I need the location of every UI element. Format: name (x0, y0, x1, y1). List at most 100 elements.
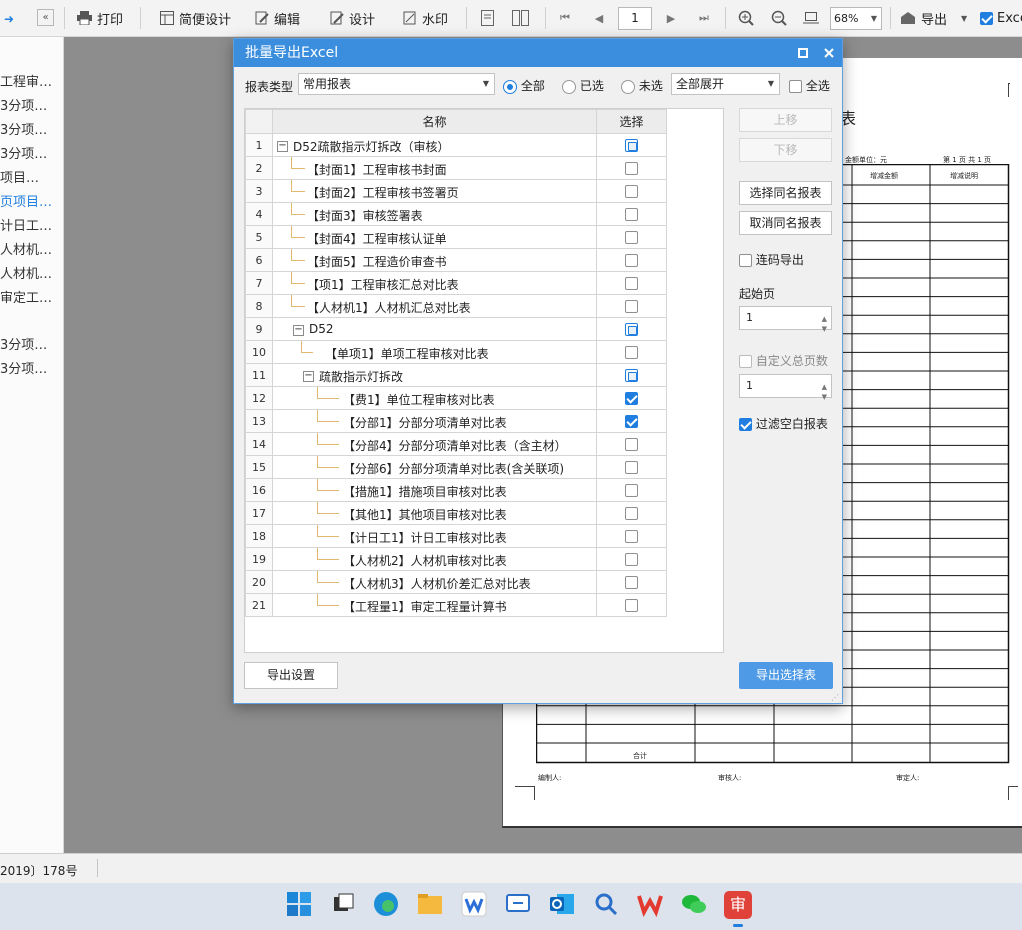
edit-button[interactable]: 编辑 (255, 7, 300, 29)
custom-total-check-icon[interactable] (739, 355, 752, 368)
last-page-icon[interactable]: ⏭ (695, 9, 713, 27)
double-page-icon[interactable] (511, 9, 529, 27)
table-row[interactable]: 11− 疏散指示灯拆改 (245, 363, 667, 387)
report-name-cell[interactable]: 【封面2】工程审核书签署页 (272, 179, 597, 203)
radio-selected-icon[interactable] (562, 79, 576, 94)
fit-width-icon[interactable] (802, 9, 820, 27)
table-row[interactable]: 9− D52 (245, 317, 667, 341)
table-row[interactable]: 13 【分部1】分部分项清单对比表 (245, 409, 667, 433)
report-name-cell[interactable]: 【人材机3】人材机价差汇总对比表 (272, 570, 597, 594)
print-button[interactable]: 打印 (77, 7, 123, 29)
table-row[interactable]: 21 【工程量1】审定工程量计算书 (245, 593, 667, 617)
report-name-cell[interactable]: 【封面5】工程造价审查书 (272, 248, 597, 272)
excel-check-icon[interactable] (980, 11, 993, 25)
zoom-select[interactable]: 68% ▼ (830, 7, 882, 30)
file-explorer-icon[interactable] (417, 891, 445, 919)
table-row[interactable]: 18 【计日工1】计日工审核对比表 (245, 524, 667, 548)
table-row[interactable]: 3 【封面2】工程审核书签署页 (245, 179, 667, 203)
select-cell[interactable] (596, 501, 667, 525)
continuous-export-check-icon[interactable] (739, 254, 752, 267)
row-checkbox[interactable] (625, 254, 638, 267)
report-name-cell[interactable]: 【人材机2】人材机审核对比表 (272, 547, 597, 571)
radio-all[interactable]: 全部 (503, 77, 545, 94)
nav-item[interactable]: 工程审… (0, 71, 62, 90)
first-page-icon[interactable]: ⏮ (556, 9, 574, 27)
start-page-spinner[interactable]: 1 ▲ ▼ (739, 306, 832, 333)
spin-down-icon[interactable]: ▼ (822, 318, 827, 340)
collapse-toggle-icon[interactable]: − (293, 325, 304, 336)
table-row[interactable]: 16 【措施1】措施项目审核对比表 (245, 478, 667, 502)
export-selected-button[interactable]: 导出选择表 (739, 662, 833, 689)
spin-down-icon[interactable]: ▼ (822, 386, 827, 408)
row-checkbox[interactable] (625, 576, 638, 589)
edge-icon[interactable] (373, 891, 401, 919)
row-checkbox[interactable] (625, 277, 638, 290)
radio-selected[interactable]: 已选 (562, 77, 604, 94)
row-checkbox[interactable] (625, 507, 638, 520)
select-cell[interactable] (596, 271, 667, 295)
report-name-cell[interactable]: 【其他1】其他项目审核对比表 (272, 501, 597, 525)
table-row[interactable]: 14 【分部4】分部分项清单对比表（含主材） (245, 432, 667, 456)
table-row[interactable]: 19 【人材机2】人材机审核对比表 (245, 547, 667, 571)
export-button[interactable]: 导出 ▼ (900, 7, 967, 29)
report-name-cell[interactable]: 【分部1】分部分项清单对比表 (272, 409, 597, 433)
select-all-checkbox[interactable]: 全选 (789, 77, 830, 94)
excel-checkbox[interactable]: Exce (980, 7, 1022, 29)
collapse-toggle-icon[interactable]: − (277, 141, 288, 152)
row-checkbox[interactable] (625, 553, 638, 566)
nav-item[interactable]: 3分项… (0, 358, 62, 377)
cancel-same-name-button[interactable]: 取消同名报表 (739, 211, 832, 235)
row-checkbox[interactable] (625, 323, 638, 336)
select-cell[interactable] (596, 317, 667, 341)
select-cell[interactable] (596, 156, 667, 180)
move-down-button[interactable]: 下移 (739, 138, 832, 162)
remote-desktop-icon[interactable] (505, 891, 533, 919)
report-name-cell[interactable]: 【封面4】工程审核认证单 (272, 225, 597, 249)
select-cell[interactable] (596, 225, 667, 249)
row-checkbox[interactable] (625, 369, 638, 382)
arrow-icon[interactable]: ➜ (0, 10, 18, 28)
report-name-cell[interactable]: 【单项1】单项工程审核对比表 (272, 340, 597, 364)
report-name-cell[interactable]: 【分部4】分部分项清单对比表（含主材） (272, 432, 597, 456)
table-row[interactable]: 5 【封面4】工程审核认证单 (245, 225, 667, 249)
single-page-icon[interactable] (478, 9, 496, 27)
select-cell[interactable] (596, 455, 667, 479)
wechat-icon[interactable] (681, 891, 709, 919)
row-checkbox[interactable] (625, 231, 638, 244)
nav-item[interactable]: 计日工… (0, 215, 62, 234)
row-checkbox[interactable] (625, 599, 638, 612)
report-name-cell[interactable]: − D52疏散指示灯拆改（审核） (272, 133, 597, 157)
report-name-cell[interactable]: 【计日工1】计日工审核对比表 (272, 524, 597, 548)
next-page-icon[interactable]: ▶ (662, 9, 680, 27)
table-row[interactable]: 7 【项1】工程审核汇总对比表 (245, 271, 667, 295)
select-cell[interactable] (596, 386, 667, 410)
table-row[interactable]: 17 【其他1】其他项目审核对比表 (245, 501, 667, 525)
export-settings-button[interactable]: 导出设置 (244, 662, 338, 689)
close-icon[interactable] (817, 39, 841, 67)
filter-blank-check-icon[interactable] (739, 418, 752, 431)
prev-page-icon[interactable]: ◀ (590, 9, 608, 27)
table-row[interactable]: 1− D52疏散指示灯拆改（审核） (245, 133, 667, 157)
simple-design-button[interactable]: 简便设计 (160, 7, 231, 29)
nav-item[interactable]: 审定工… (0, 287, 62, 306)
collapse-toggle-icon[interactable]: − (303, 371, 314, 382)
row-checkbox[interactable] (625, 484, 638, 497)
table-row[interactable]: 20 【人材机3】人材机价差汇总对比表 (245, 570, 667, 594)
report-name-cell[interactable]: 【工程量1】审定工程量计算书 (272, 593, 597, 617)
search-icon[interactable] (593, 891, 621, 919)
nav-item[interactable]: 人材机… (0, 239, 62, 258)
filter-blank-checkbox[interactable]: 过滤空白报表 (739, 415, 828, 432)
report-name-cell[interactable]: − D52 (272, 317, 597, 341)
row-checkbox[interactable] (625, 162, 638, 175)
nav-item[interactable]: 页项目… (0, 191, 62, 210)
select-cell[interactable] (596, 593, 667, 617)
select-cell[interactable] (596, 179, 667, 203)
table-row[interactable]: 15 【分部6】分部分项清单对比表(含关联项) (245, 455, 667, 479)
nav-item[interactable]: 3分项… (0, 95, 62, 114)
row-checkbox[interactable] (625, 139, 638, 152)
row-checkbox[interactable] (625, 438, 638, 451)
zoom-in-icon[interactable] (737, 9, 755, 27)
select-cell[interactable] (596, 248, 667, 272)
select-cell[interactable] (596, 363, 667, 387)
select-cell[interactable] (596, 524, 667, 548)
